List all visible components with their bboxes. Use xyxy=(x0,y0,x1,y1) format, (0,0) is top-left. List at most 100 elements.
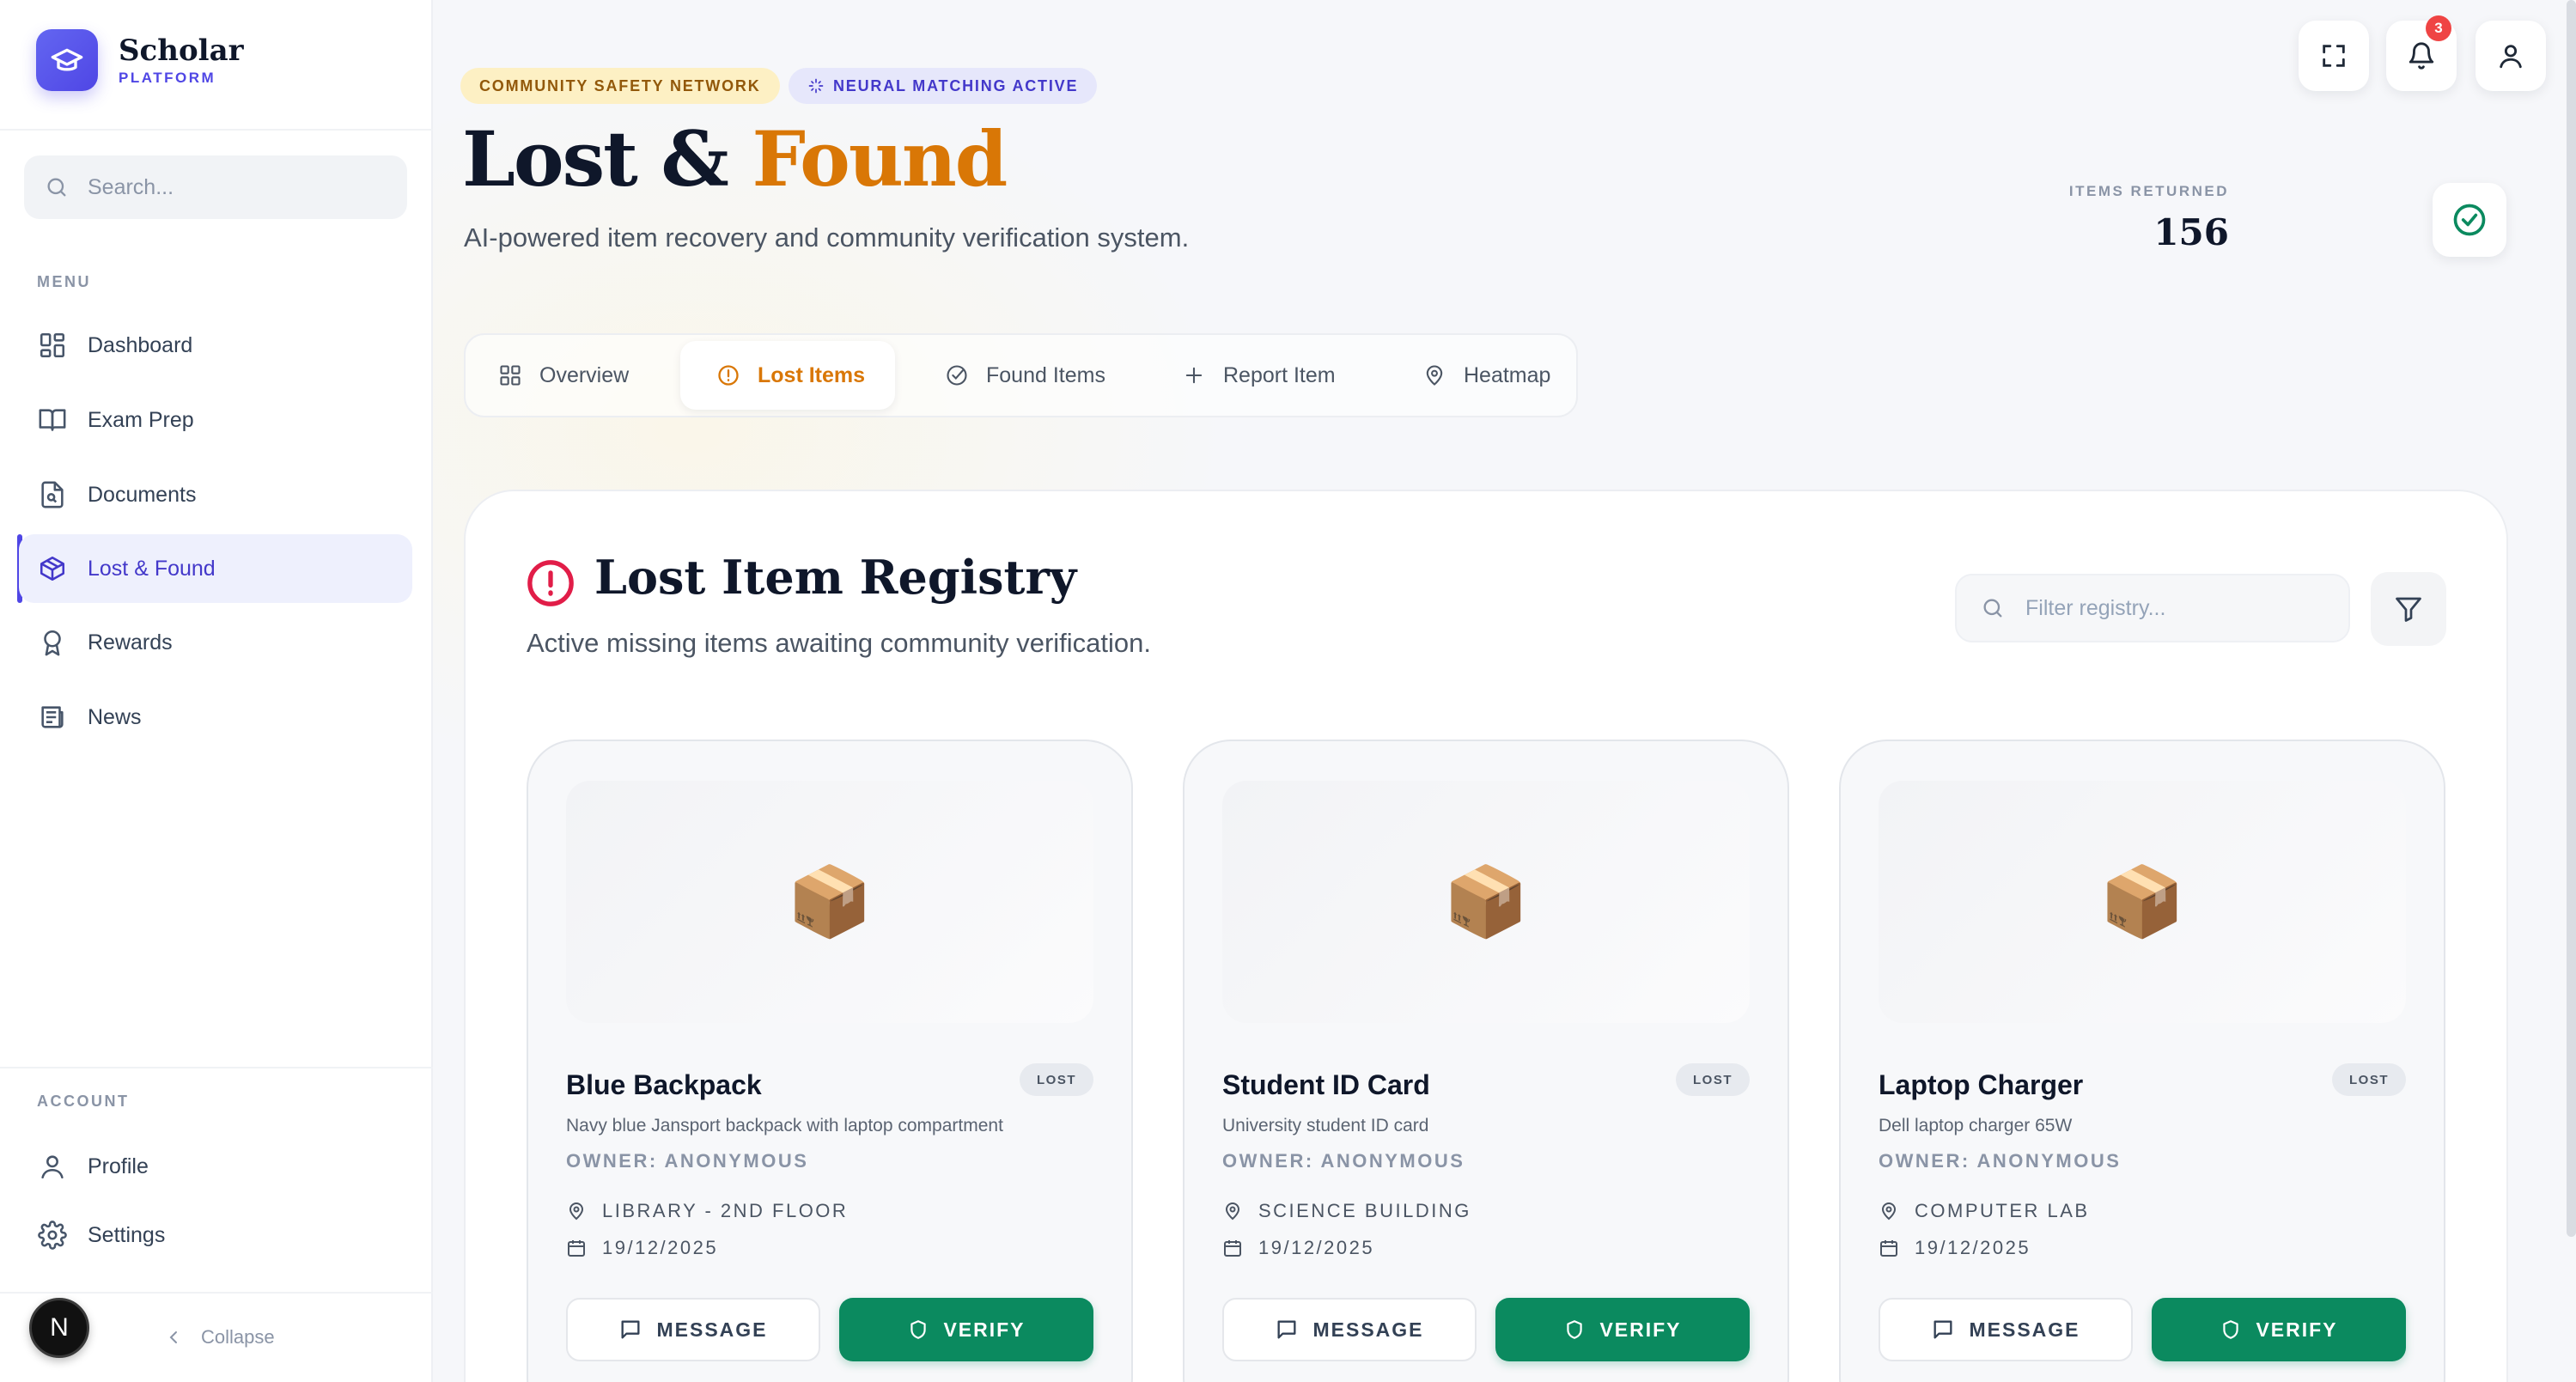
message-icon xyxy=(621,1320,640,1339)
collapse-label: Collapse xyxy=(201,1326,275,1348)
map-pin-icon xyxy=(1225,1202,1240,1221)
sidebar-item-documents[interactable]: Documents xyxy=(19,460,412,529)
sidebar-item-label: Rewards xyxy=(88,630,173,654)
neural-matching-label: NEURAL MATCHING ACTIVE xyxy=(833,76,1079,94)
page-scrollbar[interactable] xyxy=(2567,0,2576,1237)
sidebar-item-label: News xyxy=(88,704,142,729)
tab-overview[interactable]: Overview xyxy=(466,341,672,410)
tab-heatmap[interactable]: Heatmap xyxy=(1381,341,1570,410)
sidebar-search-input[interactable]: Search... xyxy=(24,155,407,219)
user-icon xyxy=(36,1150,69,1183)
shield-icon xyxy=(2223,1320,2239,1339)
plus-icon xyxy=(1185,367,1203,384)
sidebar-item-label: Documents xyxy=(88,482,197,507)
message-button[interactable]: MESSAGE xyxy=(1879,1298,2133,1361)
message-button[interactable]: MESSAGE xyxy=(1222,1298,1477,1361)
item-description: Dell laptop charger 65W xyxy=(1879,1116,2073,1135)
item-owner: OWNER: ANONYMOUS xyxy=(566,1150,809,1172)
tab-label: Overview xyxy=(539,362,630,387)
dashboard-icon xyxy=(36,329,69,362)
sparkles-icon xyxy=(808,78,824,94)
status-badge: LOST xyxy=(2332,1063,2406,1096)
lost-item-card[interactable]: 📦 Blue Backpack LOST Navy blue Jansport … xyxy=(527,740,1133,1382)
sidebar-item-dashboard[interactable]: Dashboard xyxy=(19,311,412,380)
sidebar-item-exam-prep[interactable]: Exam Prep xyxy=(19,386,412,454)
filter-button[interactable] xyxy=(2371,572,2446,646)
check-circle-icon xyxy=(947,365,967,386)
item-location-text: COMPUTER LAB xyxy=(1915,1200,2090,1221)
map-pin-icon xyxy=(569,1202,584,1221)
sidebar-item-rewards[interactable]: Rewards xyxy=(19,608,412,677)
sidebar-item-label: Settings xyxy=(88,1222,166,1247)
item-image: 📦 xyxy=(1222,781,1750,1023)
sidebar-item-label: Profile xyxy=(88,1154,149,1178)
item-title: Blue Backpack xyxy=(566,1069,762,1100)
page-title-accent: Found xyxy=(752,114,1008,204)
message-button[interactable]: MESSAGE xyxy=(566,1298,820,1361)
calendar-icon xyxy=(568,1240,585,1257)
fullscreen-button[interactable] xyxy=(2299,21,2369,91)
message-label: MESSAGE xyxy=(656,1318,768,1341)
tab-label: Lost Items xyxy=(758,362,866,387)
notifications-button[interactable]: 3 xyxy=(2386,15,2457,91)
sidebar-item-profile[interactable]: Profile xyxy=(19,1132,412,1201)
item-owner: OWNER: ANONYMOUS xyxy=(1222,1150,1465,1172)
verify-button[interactable]: VERIFY xyxy=(839,1298,1093,1361)
item-location: LIBRARY - 2ND FLOOR xyxy=(566,1200,848,1222)
fullscreen-icon xyxy=(2323,45,2345,67)
map-pin-icon xyxy=(1881,1202,1897,1221)
package-icon xyxy=(36,552,69,585)
lost-item-card[interactable]: 📦 Student ID Card LOST University studen… xyxy=(1183,740,1789,1382)
page-subtitle: AI-powered item recovery and community v… xyxy=(464,222,1190,253)
message-label: MESSAGE xyxy=(1312,1318,1424,1341)
book-icon xyxy=(36,404,69,436)
search-icon xyxy=(47,178,66,197)
message-icon xyxy=(1277,1320,1296,1339)
item-location-text: SCIENCE BUILDING xyxy=(1258,1200,1471,1221)
menu-heading: MENU xyxy=(37,273,91,290)
calendar-icon xyxy=(1880,1240,1897,1257)
tab-report-item[interactable]: Report Item xyxy=(1141,341,1373,410)
page-title-part1: Lost & xyxy=(462,114,752,204)
sidebar-item-lost-found[interactable]: Lost & Found xyxy=(19,534,412,603)
item-location: COMPUTER LAB xyxy=(1879,1200,2090,1222)
sidebar-item-label: Exam Prep xyxy=(88,407,194,432)
item-date-text: 19/12/2025 xyxy=(602,1237,719,1258)
item-owner: OWNER: ANONYMOUS xyxy=(1879,1150,2122,1172)
registry-subtitle: Active missing items awaiting community … xyxy=(527,628,1152,658)
item-date: 19/12/2025 xyxy=(1222,1237,1374,1259)
lost-item-card[interactable]: 📦 Laptop Charger LOST Dell laptop charge… xyxy=(1839,740,2445,1382)
brand[interactable]: Scholar PLATFORM xyxy=(36,29,244,91)
account-heading: ACCOUNT xyxy=(37,1093,130,1110)
item-description: University student ID card xyxy=(1222,1116,1429,1135)
map-pin-icon xyxy=(1426,365,1443,386)
shield-icon xyxy=(1567,1320,1583,1339)
avatar[interactable]: N xyxy=(29,1298,89,1358)
sidebar-item-news[interactable]: News xyxy=(19,683,412,752)
item-date-text: 19/12/2025 xyxy=(1258,1237,1375,1258)
collapse-button[interactable]: Collapse xyxy=(163,1326,275,1349)
brand-subtitle: PLATFORM xyxy=(119,70,216,86)
filter-icon xyxy=(2396,597,2421,622)
documents-icon xyxy=(36,478,69,511)
verify-button[interactable]: VERIFY xyxy=(1495,1298,1750,1361)
filter-registry-field[interactable] xyxy=(1955,574,2350,642)
alert-circle-icon xyxy=(526,558,575,608)
item-title: Laptop Charger xyxy=(1879,1069,2084,1100)
verify-button[interactable]: VERIFY xyxy=(2152,1298,2406,1361)
items-returned-value: 156 xyxy=(2153,211,2229,253)
notification-count-badge: 3 xyxy=(2426,15,2451,41)
item-location-text: LIBRARY - 2ND FLOOR xyxy=(602,1200,849,1221)
profile-button[interactable] xyxy=(2476,21,2546,91)
item-date: 19/12/2025 xyxy=(1879,1237,2031,1259)
neural-matching-badge: NEURAL MATCHING ACTIVE xyxy=(789,68,1098,104)
tab-lost-items[interactable]: Lost Items xyxy=(680,341,895,410)
tab-found-items[interactable]: Found Items xyxy=(904,341,1136,410)
tab-label: Heatmap xyxy=(1464,362,1551,387)
filter-registry-input[interactable] xyxy=(2025,595,2335,621)
sidebar-item-settings[interactable]: Settings xyxy=(19,1201,412,1269)
grid-icon xyxy=(500,365,521,386)
calendar-icon xyxy=(1224,1240,1241,1257)
package-icon: 📦 xyxy=(2099,863,2185,940)
status-badge: LOST xyxy=(1020,1063,1093,1096)
